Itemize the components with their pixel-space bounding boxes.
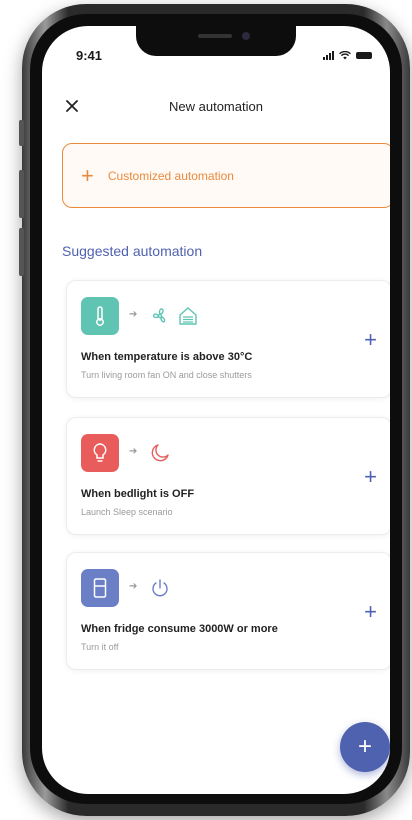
add-button[interactable]: +	[364, 329, 377, 351]
fridge-icon	[81, 569, 119, 607]
wifi-icon	[339, 50, 351, 59]
customized-automation-label: Customized automation	[107, 168, 234, 183]
plus-icon: +	[81, 162, 94, 188]
signal-icon	[323, 50, 334, 60]
automation-card[interactable]: ➔ When bedlight is OFF Launch Sleep scen…	[66, 417, 390, 535]
arrow-icon: ➔	[129, 581, 138, 592]
section-title: Suggested automation	[62, 243, 203, 259]
shutter-icon	[179, 307, 197, 325]
card-subtitle: Turn living room fan ON and close shutte…	[81, 370, 252, 380]
thermometer-icon	[81, 297, 119, 335]
phone-side-button	[19, 170, 24, 218]
card-title: When temperature is above 30°C	[81, 351, 253, 363]
card-subtitle: Turn it off	[81, 642, 119, 652]
add-button[interactable]: +	[364, 466, 377, 488]
phone-side-button	[19, 228, 24, 276]
add-button[interactable]: +	[364, 601, 377, 623]
moon-icon	[151, 444, 169, 462]
customized-automation-button[interactable]: + Customized automation	[62, 143, 390, 208]
camera	[242, 32, 250, 40]
fan-icon	[152, 308, 166, 323]
arrow-icon: ➔	[129, 309, 138, 320]
phone-side-button	[19, 120, 24, 146]
status-icons	[323, 50, 372, 60]
card-title: When fridge consume 3000W or more	[81, 623, 278, 635]
page-title: New automation	[169, 99, 263, 114]
notch	[136, 26, 296, 56]
battery-icon	[356, 51, 372, 59]
automation-card[interactable]: ➔ When temperature is above 30°C Turn li…	[66, 280, 390, 398]
lightbulb-icon	[81, 434, 119, 472]
floating-add-button[interactable]: +	[340, 722, 390, 772]
power-icon	[152, 579, 168, 597]
status-time: 9:41	[76, 48, 103, 63]
card-subtitle: Launch Sleep scenario	[81, 507, 173, 517]
card-title: When bedlight is OFF	[81, 488, 195, 500]
arrow-icon: ➔	[129, 446, 138, 457]
automation-card[interactable]: ➔ When fridge consume 3000W or more Turn…	[66, 552, 390, 670]
speaker	[198, 34, 232, 38]
app-screen: 9:41 New automation + Customized automat…	[42, 26, 390, 794]
